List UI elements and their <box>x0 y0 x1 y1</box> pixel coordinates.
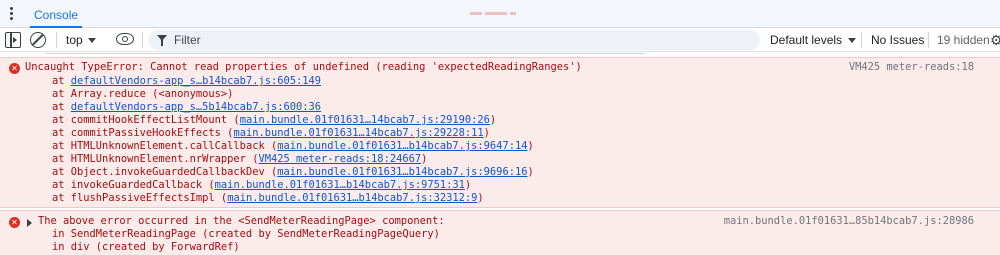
error-source-link[interactable]: main.bundle.01f01631…85b14bcab7.js:28986 <box>724 215 974 228</box>
stack-frame: at defaultVendors-app_s…b14bcab7.js:605:… <box>52 75 321 88</box>
stack-frame: at defaultVendors-app_s…5b14bcab7.js:600… <box>52 101 321 114</box>
stack-frame-prefix: at <box>52 140 71 152</box>
console-error-message: ✕ Uncaught TypeError: Cannot read proper… <box>0 57 1000 208</box>
stack-frame-suffix: ) <box>527 166 534 178</box>
stack-frame-suffix: ) <box>527 140 534 152</box>
log-levels-label: Default levels <box>770 33 843 47</box>
context-selector-label: top <box>66 33 83 47</box>
stack-frame-function: invokeGuardedCallback ( <box>70 179 215 191</box>
faint-decoration <box>470 0 530 15</box>
stack-frame-function: commitPassiveHookEffects ( <box>70 127 234 139</box>
stack-frame-function: Object.invokeGuardedCallbackDev ( <box>70 166 278 178</box>
toolbar-divider <box>861 32 862 48</box>
console-toolbar: top Default levels No Issues 19 hidden ⚙ <box>0 28 1000 52</box>
component-stack-line: in div (created by ForwardRef) <box>52 241 240 253</box>
stack-frame-function: HTMLUnknownElement.callCallback ( <box>70 140 278 152</box>
stack-frame: at HTMLUnknownElement.callCallback (main… <box>52 140 534 153</box>
hidden-messages-count: 19 hidden <box>937 33 990 47</box>
component-stack-line: in SendMeterReadingPage (created by Send… <box>52 228 440 240</box>
error-text: Uncaught TypeError: Cannot read properti… <box>25 61 582 73</box>
stack-frame: at commitHookEffectListMount (main.bundl… <box>52 114 496 127</box>
stack-frame-suffix: ) <box>464 179 472 191</box>
tab-console[interactable]: Console <box>24 0 88 28</box>
stack-frame-prefix: at <box>52 153 71 165</box>
stack-frame: at Object.invokeGuardedCallbackDev (main… <box>52 166 534 179</box>
filter-icon <box>157 35 167 46</box>
stack-frame-suffix: ) <box>421 153 428 165</box>
stack-frame-suffix: ) <box>483 127 490 139</box>
stack-frame-link[interactable]: main.bundle.01f01631…b14bcab7.js:9647:14 <box>277 140 527 152</box>
filter-input[interactable] <box>174 30 744 50</box>
stack-frame-prefix: at <box>52 127 71 139</box>
stack-frame-link[interactable]: main.bundle.01f01631…14bcab7.js:29190:26 <box>240 114 490 126</box>
stack-frame-link[interactable]: main.bundle.01f01631…b14bcab7.js:9751:31 <box>215 179 465 191</box>
error-icon: ✕ <box>9 63 20 74</box>
log-levels-dropdown[interactable]: Default levels <box>770 30 857 50</box>
stack-frame: at Array.reduce (<anonymous>) <box>52 88 233 101</box>
stack-frame-function: commitHookEffectListMount ( <box>70 114 240 126</box>
eye-icon[interactable] <box>116 33 134 45</box>
stack-frame-link[interactable]: main.bundle.01f01631…b14bcab7.js:9696:16 <box>277 166 527 178</box>
stack-frame-link[interactable]: main.bundle.01f01631…b14bcab7.js:32312:9 <box>227 192 477 204</box>
expand-triangle-icon[interactable] <box>27 219 32 227</box>
stack-frame-link[interactable]: defaultVendors-app_s…b14bcab7.js:605:149 <box>71 75 321 87</box>
stack-frame-link[interactable]: VM425 meter-reads:18:24667 <box>258 153 421 165</box>
stack-frame: at invokeGuardedCallback (main.bundle.01… <box>52 179 471 192</box>
stack-frame-prefix: at <box>52 166 71 178</box>
stack-frame-suffix: ) <box>477 192 484 204</box>
drawer-tab-bar: Console <box>0 0 1000 28</box>
issues-button[interactable]: No Issues <box>871 30 924 50</box>
error-icon: ✕ <box>9 217 20 228</box>
stack-frame-prefix: at <box>52 114 71 126</box>
settings-icon[interactable]: ⚙ <box>990 30 1000 50</box>
stack-frame-link[interactable]: defaultVendors-app_s…5b14bcab7.js:600:36 <box>71 101 321 113</box>
tab-console-label: Console <box>34 8 79 22</box>
stack-frame-suffix: ) <box>489 114 497 126</box>
chevron-down-icon <box>87 37 96 43</box>
previous-log-remnant <box>45 53 645 56</box>
kebab-menu-icon[interactable] <box>8 6 14 22</box>
clear-console-icon[interactable] <box>30 32 46 48</box>
stack-frame-prefix: at <box>52 101 71 113</box>
stack-frame: at HTMLUnknownElement.nrWrapper (VM425 m… <box>52 153 427 166</box>
stack-frame-prefix: at <box>52 179 71 191</box>
chevron-down-icon <box>848 37 857 43</box>
toolbar-divider <box>928 32 929 48</box>
error-source-link[interactable]: VM425 meter-reads:18 <box>849 61 974 74</box>
stack-frame-prefix: at <box>52 192 71 204</box>
context-selector[interactable]: top <box>66 30 96 50</box>
stack-frame-function: Array.reduce (<anonymous>) <box>70 88 234 100</box>
toolbar-divider <box>56 32 57 48</box>
console-error-message: ✕ The above error occurred in the <SendM… <box>0 210 1000 255</box>
stack-frame-prefix: at <box>52 75 71 87</box>
stack-frame-link[interactable]: main.bundle.01f01631…14bcab7.js:29228:11 <box>233 127 483 139</box>
filter-box[interactable] <box>148 30 760 50</box>
stack-frame: at commitPassiveHookEffects (main.bundle… <box>52 127 490 140</box>
stack-frame: at flushPassiveEffectsImpl (main.bundle.… <box>52 192 484 205</box>
toolbar-divider <box>142 32 143 48</box>
stack-frame-prefix: at <box>52 88 71 100</box>
stack-frame-function: HTMLUnknownElement.nrWrapper ( <box>70 153 259 165</box>
sidebar-toggle-icon[interactable] <box>5 32 21 48</box>
error-text: The above error occurred in the <SendMet… <box>38 215 445 227</box>
stack-frame-function: flushPassiveEffectsImpl ( <box>70 192 228 204</box>
